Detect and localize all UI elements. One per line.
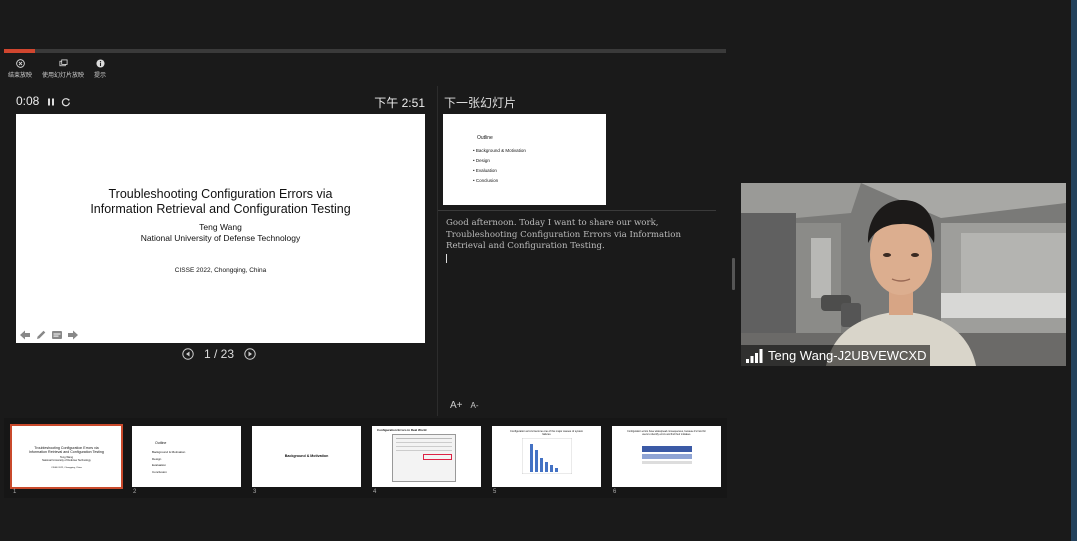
end-show-label: 结束放映 xyxy=(8,73,33,79)
participant-name-bar: Teng Wang-J2UBVEWCXD xyxy=(741,345,931,366)
timer-controls xyxy=(46,97,71,107)
elapsed-timer: 0:08 xyxy=(16,94,40,108)
list-item: Evaluation xyxy=(473,166,526,176)
thumb-title: Outline xyxy=(155,441,167,445)
current-slide[interactable]: Troubleshooting Configuration Errors via… xyxy=(16,114,425,343)
arrow-right-icon[interactable] xyxy=(67,329,79,341)
timer-row: 0:08 下午 2:51 xyxy=(16,94,425,110)
use-slideshow-label: 使用幻灯片放映 xyxy=(42,73,85,79)
thumb-title: Configuration Errors in Real World xyxy=(377,428,427,432)
thumb-number: 3 xyxy=(253,489,257,495)
notes-resize-handle[interactable] xyxy=(732,258,735,290)
list-item: Background & Motivation xyxy=(152,450,186,454)
increase-font-button[interactable]: A+ xyxy=(450,400,463,411)
thumb-screenshot xyxy=(392,434,456,482)
next-slide-title: Outline xyxy=(477,135,493,141)
thumb-title: Configuration errors become one of the m… xyxy=(509,430,584,436)
restart-icon[interactable] xyxy=(61,97,71,107)
thumb-banner xyxy=(642,454,692,459)
thumb-text: CISSE 2022, Chongqing, China xyxy=(51,467,82,469)
list-item: Background & Motivation xyxy=(473,146,526,156)
speaker-notes[interactable]: Good afternoon. Today I want to share ou… xyxy=(446,218,716,253)
thumb-number: 6 xyxy=(613,489,617,495)
slide-thumbnail-1[interactable]: Troubleshooting Configuration Errors via… xyxy=(10,424,123,489)
thumb-number: 2 xyxy=(133,489,137,495)
previous-icon xyxy=(182,348,194,360)
notes-divider xyxy=(438,210,716,211)
slide-thumbnail-2[interactable]: Outline Background & Motivation Design E… xyxy=(132,426,241,487)
next-slide-button[interactable] xyxy=(244,348,256,360)
thumb-text: National University of Defense Technolog… xyxy=(42,459,91,462)
thumb-banner xyxy=(642,446,692,452)
slide-navigation: 1 / 23 xyxy=(182,347,256,361)
info-icon xyxy=(95,59,105,68)
screen-edge xyxy=(1071,0,1077,541)
next-slide-list: Background & Motivation Design Evaluatio… xyxy=(473,146,526,186)
list-item: Conclusion xyxy=(152,469,167,474)
slide-title-line2: Information Retrieval and Configuration … xyxy=(90,202,351,216)
participant-video[interactable]: Teng Wang-J2UBVEWCXD xyxy=(741,183,1066,366)
slide-venue: CISSE 2022, Chongqing, China xyxy=(174,267,267,274)
presenter-toolbar: 结束放映 使用幻灯片放映 提示 xyxy=(8,59,106,79)
end-show-button[interactable]: 结束放映 xyxy=(8,59,32,79)
thumb-title: Configuration errors have widespread con… xyxy=(627,430,706,436)
close-circle-icon xyxy=(15,59,25,68)
slide-counter: 1 / 23 xyxy=(204,347,235,361)
video-frame xyxy=(741,183,1066,366)
thumb-banner xyxy=(642,461,692,464)
slide-title: Troubleshooting Configuration Errors via… xyxy=(16,187,425,217)
tips-button[interactable]: 提示 xyxy=(94,59,106,79)
thumb-number: 4 xyxy=(373,489,377,495)
slide-author: Teng Wang xyxy=(199,222,242,232)
use-slideshow-button[interactable]: 使用幻灯片放映 xyxy=(42,59,84,79)
slideshow-progress-fill xyxy=(4,49,36,53)
slideshow-progress-bar xyxy=(4,49,726,53)
slide-affiliation: National University of Defense Technolog… xyxy=(140,233,301,243)
panel-divider xyxy=(437,86,438,416)
clock: 下午 2:51 xyxy=(374,96,425,110)
font-size-controls: A+ A- xyxy=(450,400,479,411)
pause-icon[interactable] xyxy=(46,97,56,107)
subtitles-icon[interactable] xyxy=(51,329,63,341)
list-item: Conclusion xyxy=(473,176,526,186)
next-icon xyxy=(244,348,256,360)
thumb-number: 5 xyxy=(493,489,497,495)
thumb-title: Background & Motivation xyxy=(284,454,329,458)
slide-filmstrip: Troubleshooting Configuration Errors via… xyxy=(4,418,727,498)
decrease-font-button[interactable]: A- xyxy=(471,401,479,410)
thumb-title: Troubleshooting Configuration Errors via… xyxy=(12,446,121,454)
slide-thumbnail-5[interactable]: Configuration errors become one of the m… xyxy=(492,426,601,487)
slide-thumbnail-3[interactable]: Background & Motivation xyxy=(252,426,361,487)
slide-thumbnail-4[interactable]: Configuration Errors in Real World xyxy=(372,426,481,487)
list-item: Design xyxy=(473,156,526,166)
windows-icon xyxy=(59,59,68,67)
slide-tools xyxy=(19,329,79,341)
next-slide-preview[interactable]: Outline Background & Motivation Design E… xyxy=(443,114,606,205)
thumb-bar-chart xyxy=(522,438,572,474)
pen-icon[interactable] xyxy=(35,329,47,341)
thumb-list: Background & Motivation Design Evaluatio… xyxy=(152,449,185,475)
arrow-left-icon[interactable] xyxy=(19,329,31,341)
signal-bars-icon xyxy=(746,348,763,363)
slide-thumbnail-6[interactable]: Configuration errors have widespread con… xyxy=(612,426,721,487)
previous-slide-button[interactable] xyxy=(182,348,194,360)
thumb-text: Information Retrieval and Configuration … xyxy=(29,450,104,455)
participant-name: Teng Wang-J2UBVEWCXD xyxy=(768,348,927,363)
thumb-number: 1 xyxy=(13,489,17,495)
tips-label: 提示 xyxy=(94,73,107,79)
next-slide-label: 下一张幻灯片 xyxy=(444,96,517,110)
text-caret xyxy=(446,254,447,263)
slide-title-line1: Troubleshooting Configuration Errors via xyxy=(108,187,333,201)
